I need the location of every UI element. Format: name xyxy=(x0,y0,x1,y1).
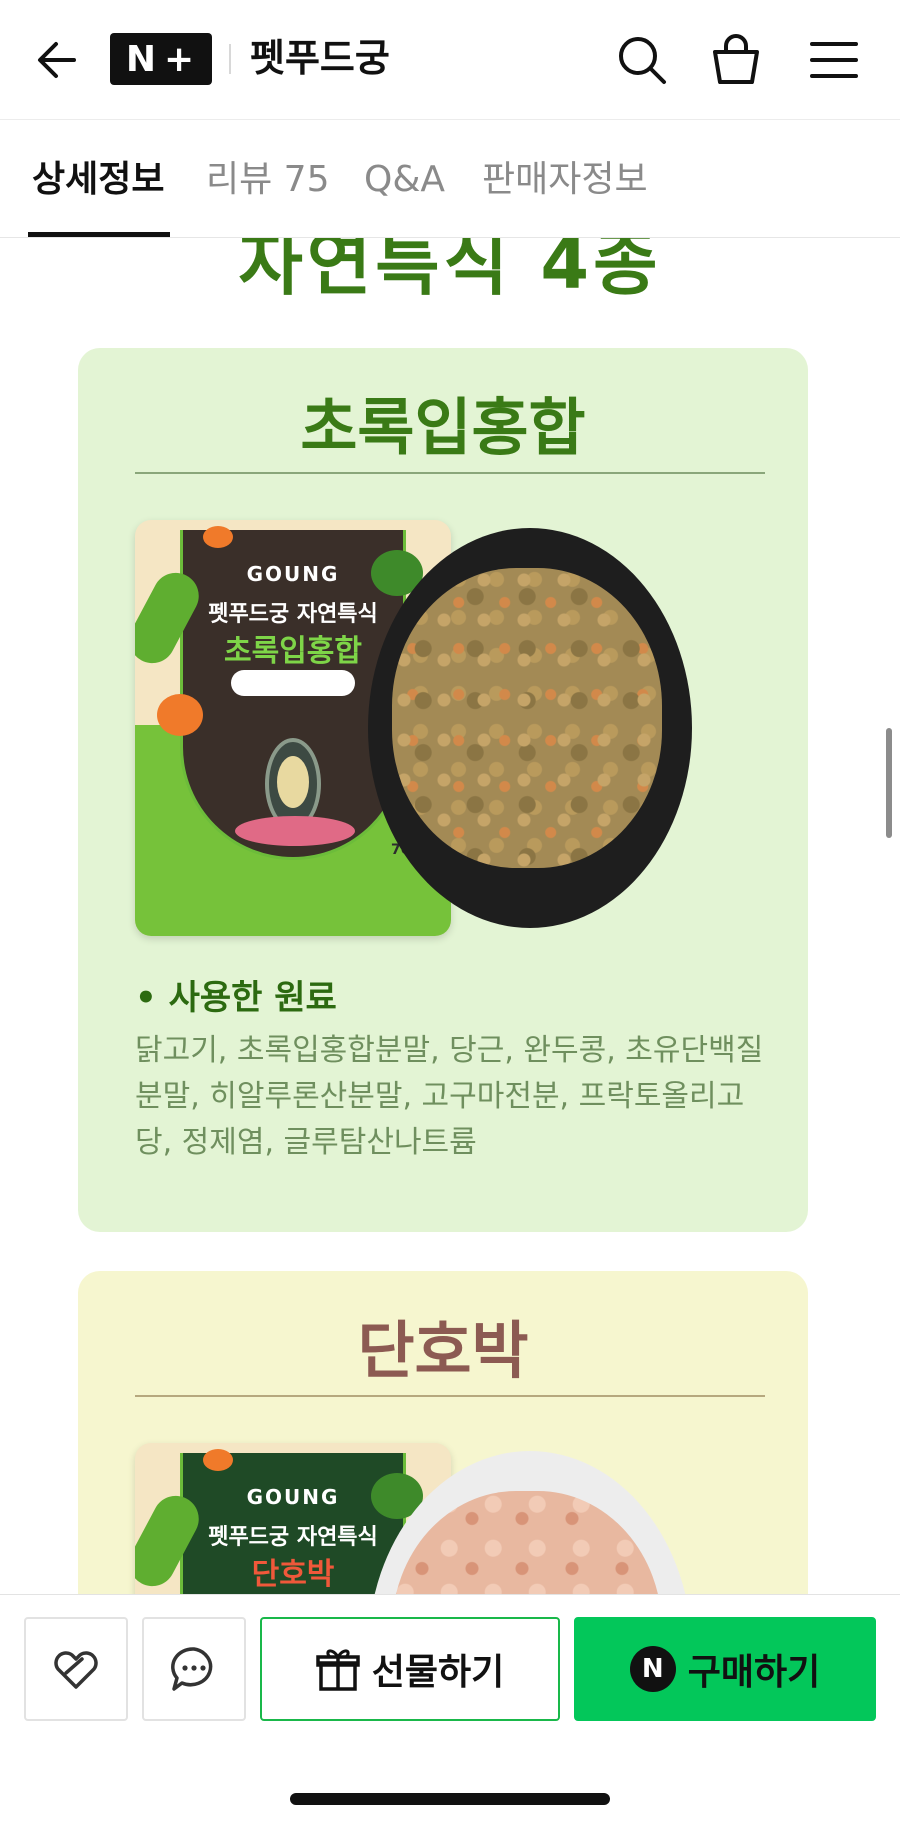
food-contents xyxy=(392,568,662,868)
like-button[interactable] xyxy=(24,1617,128,1721)
product-card-pumpkin: 단호박 GOUNG 펫푸드궁 자연특식 단호박 xyxy=(78,1271,808,1594)
store-name[interactable]: 펫푸드궁 xyxy=(250,30,390,86)
chat-bubble-icon xyxy=(171,1647,213,1691)
tab-reviews[interactable]: 리뷰 75 xyxy=(206,158,330,202)
carrot-slice-illustration xyxy=(203,1449,233,1471)
detail-tabs: 상세정보 리뷰 75 Q&A 판매자정보 xyxy=(0,120,900,238)
menu-icon[interactable] xyxy=(804,30,864,90)
buy-button[interactable]: N 구매하기 xyxy=(574,1617,876,1721)
buy-label: 구매하기 xyxy=(687,1652,821,1693)
header-divider xyxy=(229,44,231,74)
package-brand: GOUNG xyxy=(246,1485,340,1509)
section-title: 자연특식 4종 xyxy=(238,238,662,305)
shopping-bag-icon[interactable] xyxy=(706,30,766,90)
tab-qna[interactable]: Q&A xyxy=(364,158,445,202)
logo-n: N xyxy=(125,38,158,80)
gift-box-icon xyxy=(316,1649,360,1691)
product-card-title: 단호박 xyxy=(357,1314,529,1387)
naver-pay-badge-icon: N xyxy=(629,1646,676,1692)
scrollbar[interactable] xyxy=(886,728,892,838)
title-divider xyxy=(135,472,765,474)
tab-detail-info[interactable]: 상세정보 xyxy=(32,158,164,202)
naver-plus-logo[interactable]: N + xyxy=(110,33,212,85)
food-bowl-image xyxy=(368,528,692,928)
carrot-slice-illustration xyxy=(157,694,203,736)
title-divider xyxy=(135,1395,765,1397)
meat-illustration xyxy=(235,816,355,846)
back-arrow-icon[interactable] xyxy=(30,32,86,88)
talk-talk-button[interactable] xyxy=(142,1617,246,1721)
ingredients-text: 닭고기, 초록입홍합분말, 당근, 완두콩, 초유단백질분말, 히알루론산분말,… xyxy=(135,1033,764,1160)
home-indicator xyxy=(290,1793,610,1805)
heart-check-icon xyxy=(54,1651,98,1689)
product-detail-content: 자연특식 4종 초록입홍합 GOUNG 펫푸드궁 자연특식 초록입홍합 70g … xyxy=(0,238,900,1594)
active-tab-indicator xyxy=(28,232,170,237)
search-icon[interactable] xyxy=(612,30,672,90)
ingredients-title: • 사용한 원료 xyxy=(135,978,337,1018)
gift-label: 선물하기 xyxy=(371,1652,505,1693)
logo-plus: + xyxy=(163,38,197,80)
carrot-slice-illustration xyxy=(203,526,233,548)
food-contents xyxy=(392,1491,662,1594)
gift-button[interactable]: 선물하기 xyxy=(260,1617,560,1721)
bottom-action-bar: 선물하기 N 구매하기 xyxy=(0,1594,900,1828)
tab-seller-info[interactable]: 판매자정보 xyxy=(482,158,648,202)
top-header: N + 펫푸드궁 xyxy=(0,0,900,120)
product-card-green-mussel: 초록입홍합 GOUNG 펫푸드궁 자연특식 초록입홍합 70g • 사용한 원료… xyxy=(78,348,808,1232)
product-card-title: 초록입홍합 xyxy=(300,391,586,464)
package-brand: GOUNG xyxy=(246,562,340,586)
package-bone-label xyxy=(231,670,355,696)
